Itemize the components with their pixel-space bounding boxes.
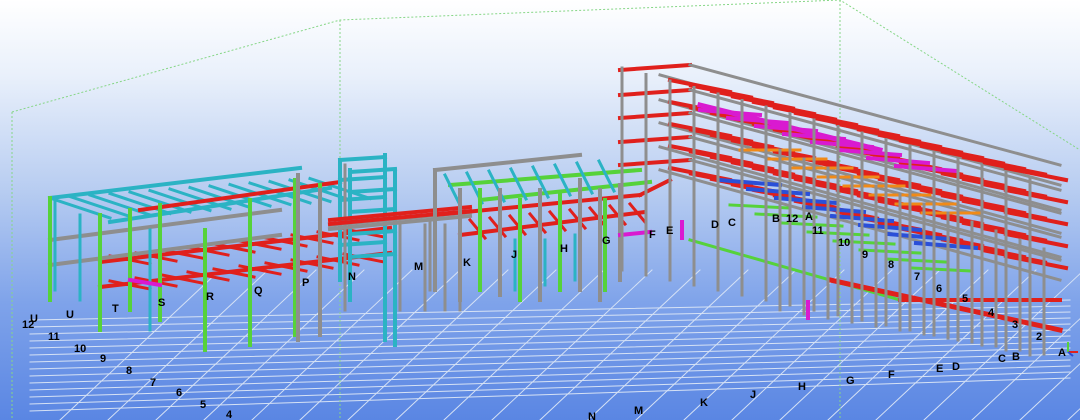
- grid-label-letter: N: [588, 411, 596, 420]
- axis-gizmo-icon[interactable]: [1067, 342, 1078, 357]
- grid-label-letter: B: [1012, 351, 1020, 363]
- beam: [617, 62, 693, 73]
- grid-line: [251, 269, 413, 420]
- roof-joist: [442, 172, 463, 208]
- grid-line: [491, 269, 653, 420]
- grid-line: [347, 269, 509, 420]
- grid-label-number: 8: [126, 365, 132, 377]
- grid-line: [971, 318, 1080, 420]
- grid-label-letter: U: [66, 309, 74, 321]
- grid-label-number: 12: [786, 213, 798, 225]
- beam: [617, 87, 693, 98]
- grid-line: [29, 311, 1071, 335]
- grid-label-number: 5: [200, 399, 206, 411]
- grid-label-letter: J: [750, 389, 756, 401]
- grid-label-number: 9: [100, 353, 106, 365]
- grid-line: [1067, 408, 1080, 420]
- grid-line: [29, 317, 1071, 342]
- grid-label-number: 5: [962, 293, 968, 305]
- beam: [337, 239, 388, 248]
- grid-label-letter: M: [414, 261, 423, 273]
- beam: [617, 157, 693, 168]
- grid-line: [443, 269, 605, 420]
- grid-line: [539, 269, 701, 420]
- grid-label-letter: K: [463, 257, 471, 269]
- grid-label-letter: E: [936, 363, 943, 375]
- joist: [507, 213, 528, 237]
- grid-label-letter: M: [634, 405, 643, 417]
- grid-label-number: 11: [812, 225, 824, 237]
- grid-label-number: 2: [1036, 331, 1042, 343]
- structural-model-3d[interactable]: 121110987654U U T S R QP NM KJ HG F E D C B AN MKJH G F E D…: [0, 0, 1080, 420]
- grid-label-number: 6: [176, 387, 182, 399]
- grid-label-letter: U: [30, 313, 38, 325]
- beam: [617, 110, 693, 121]
- beam: [837, 147, 903, 158]
- beam: [337, 154, 388, 163]
- grid-label-number: 7: [914, 271, 920, 283]
- grid-label-number: 4: [988, 307, 995, 319]
- grid-label-letter: A: [1058, 347, 1066, 359]
- grid-label-letter: A: [805, 211, 813, 223]
- building-structure: [47, 62, 1069, 357]
- grid-label-number: 9: [862, 249, 868, 261]
- grid-label-number: 10: [74, 343, 86, 355]
- grid-label-letter: B: [772, 213, 780, 225]
- grid-line: [29, 323, 1071, 349]
- grid-line: [395, 269, 557, 420]
- joist: [487, 215, 508, 239]
- grid-label-letter: F: [649, 229, 656, 241]
- beam: [617, 134, 693, 145]
- grid-label-letter: G: [602, 235, 611, 247]
- grid-label-number: 4: [226, 409, 233, 420]
- grid-label-letter: N: [348, 271, 356, 283]
- grid-label-letter: H: [798, 381, 806, 393]
- grid-label-letter: G: [846, 375, 855, 387]
- roof-beam: [432, 152, 583, 173]
- grid-label-letter: R: [206, 291, 214, 303]
- beam: [347, 206, 398, 215]
- beam: [347, 166, 398, 175]
- grid-label-number: 11: [48, 331, 60, 343]
- grid-label-number: 7: [150, 377, 156, 389]
- grid-label-letter: C: [998, 353, 1006, 365]
- grid-line: [29, 377, 1071, 412]
- grid-label-number: 8: [888, 259, 894, 271]
- grid-label-letter: F: [888, 369, 895, 381]
- grid-label-letter: P: [302, 277, 309, 289]
- grid-label-letter: S: [158, 297, 165, 309]
- grid-label-letter: D: [711, 219, 719, 231]
- grid-label-letter: E: [666, 225, 673, 237]
- grid-label-number: 10: [838, 237, 850, 249]
- grid-label-number: 3: [1012, 319, 1018, 331]
- grid-label-letter: D: [952, 361, 960, 373]
- grid-line: [635, 269, 797, 420]
- beam: [1003, 209, 1069, 227]
- grid-label-letter: T: [112, 303, 119, 315]
- beam: [337, 174, 388, 183]
- grid-line: [29, 347, 1071, 377]
- grid-label-letter: Q: [254, 285, 263, 297]
- grid-label-number: 6: [936, 283, 942, 295]
- grid-line: [29, 371, 1071, 405]
- beam: [347, 186, 398, 195]
- beam: [347, 251, 398, 260]
- model-viewport[interactable]: 12 11 10 9 8 7 6 5 4 U U T S R Q P N M K J H G F E D C B A N M K J H G F E D…: [0, 0, 1080, 420]
- grid-label-letter: K: [700, 397, 708, 409]
- grid-label-letter: J: [511, 249, 517, 261]
- grid-label-letter: C: [728, 217, 736, 229]
- beam: [910, 266, 974, 273]
- beam: [884, 257, 948, 264]
- grid-label-letter: H: [560, 243, 568, 255]
- grid-line: [29, 329, 1071, 356]
